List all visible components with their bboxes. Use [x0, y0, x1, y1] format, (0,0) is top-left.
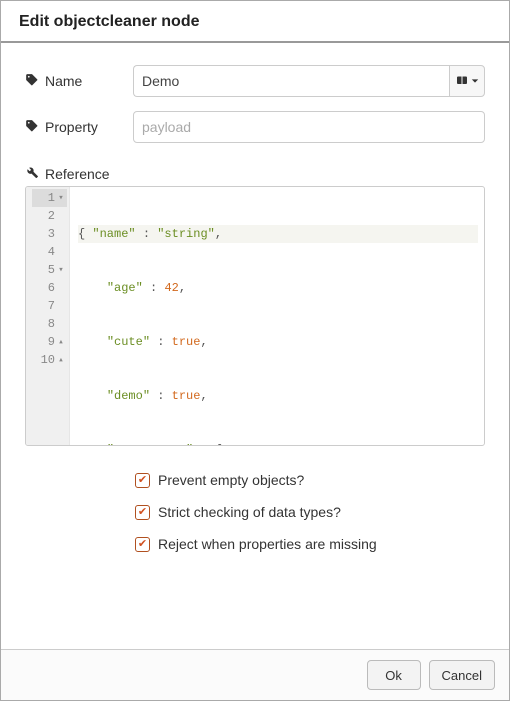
property-label: Property [25, 119, 133, 136]
prevent-empty-row: Prevent empty objects? [135, 472, 485, 488]
gutter-line: 10▴ [32, 351, 67, 369]
caret-down-icon [471, 77, 479, 85]
gutter-line: 1▾ [32, 189, 67, 207]
name-label-text: Name [45, 73, 82, 89]
dialog-header: Edit objectcleaner node [1, 1, 509, 43]
fold-icon[interactable]: ▴ [57, 351, 65, 369]
fold-icon[interactable]: ▾ [57, 261, 65, 279]
options-group: Prevent empty objects? Strict checking o… [135, 472, 485, 552]
editor-code[interactable]: { "name" : "string", "age" : 42, "cute" … [70, 187, 484, 445]
dialog-title: Edit objectcleaner node [19, 13, 491, 31]
code-line: "age" : 42, [78, 279, 478, 297]
gutter-line: 8 [32, 315, 67, 333]
editor-gutter: 1▾ 2 3 4 5▾ 6 7 8 9▴ 10▴ [26, 187, 70, 445]
gutter-line: 6 [32, 279, 67, 297]
name-row: Name [25, 65, 485, 97]
dialog-body: Name Property [1, 43, 509, 578]
book-icon [456, 75, 468, 87]
gutter-line: 5▾ [32, 261, 67, 279]
dialog-footer: Ok Cancel [1, 649, 509, 700]
gutter-line: 2 [32, 207, 67, 225]
reject-missing-row: Reject when properties are missing [135, 536, 485, 552]
name-type-button[interactable] [449, 65, 485, 97]
reference-editor[interactable]: 1▾ 2 3 4 5▾ 6 7 8 9▴ 10▴ { "name" : "str… [25, 186, 485, 446]
cancel-button[interactable]: Cancel [429, 660, 495, 690]
code-line: { "name" : "string", [78, 225, 478, 243]
wrench-icon [25, 165, 39, 182]
gutter-line: 7 [32, 297, 67, 315]
prevent-empty-checkbox[interactable] [135, 473, 150, 488]
gutter-line: 9▴ [32, 333, 67, 351]
name-input[interactable] [133, 65, 449, 97]
tag-icon [25, 119, 39, 136]
reject-missing-checkbox[interactable] [135, 537, 150, 552]
gutter-line: 3 [32, 225, 67, 243]
tag-icon [25, 73, 39, 90]
code-line: "demo" : true, [78, 387, 478, 405]
reference-label: Reference [25, 165, 485, 182]
name-label: Name [25, 73, 133, 90]
reject-missing-label: Reject when properties are missing [158, 536, 377, 552]
code-line: "parameters" : { [78, 441, 478, 445]
ok-button[interactable]: Ok [367, 660, 421, 690]
property-input-wrap [133, 111, 485, 143]
strict-types-row: Strict checking of data types? [135, 504, 485, 520]
fold-icon[interactable]: ▾ [57, 189, 65, 207]
gutter-line: 4 [32, 243, 67, 261]
fold-icon[interactable]: ▴ [57, 333, 65, 351]
property-input[interactable] [133, 111, 485, 143]
name-input-wrap [133, 65, 485, 97]
strict-types-label: Strict checking of data types? [158, 504, 341, 520]
code-line: "cute" : true, [78, 333, 478, 351]
property-label-text: Property [45, 119, 98, 135]
reference-label-text: Reference [45, 166, 110, 182]
strict-types-checkbox[interactable] [135, 505, 150, 520]
property-row: Property [25, 111, 485, 143]
prevent-empty-label: Prevent empty objects? [158, 472, 304, 488]
